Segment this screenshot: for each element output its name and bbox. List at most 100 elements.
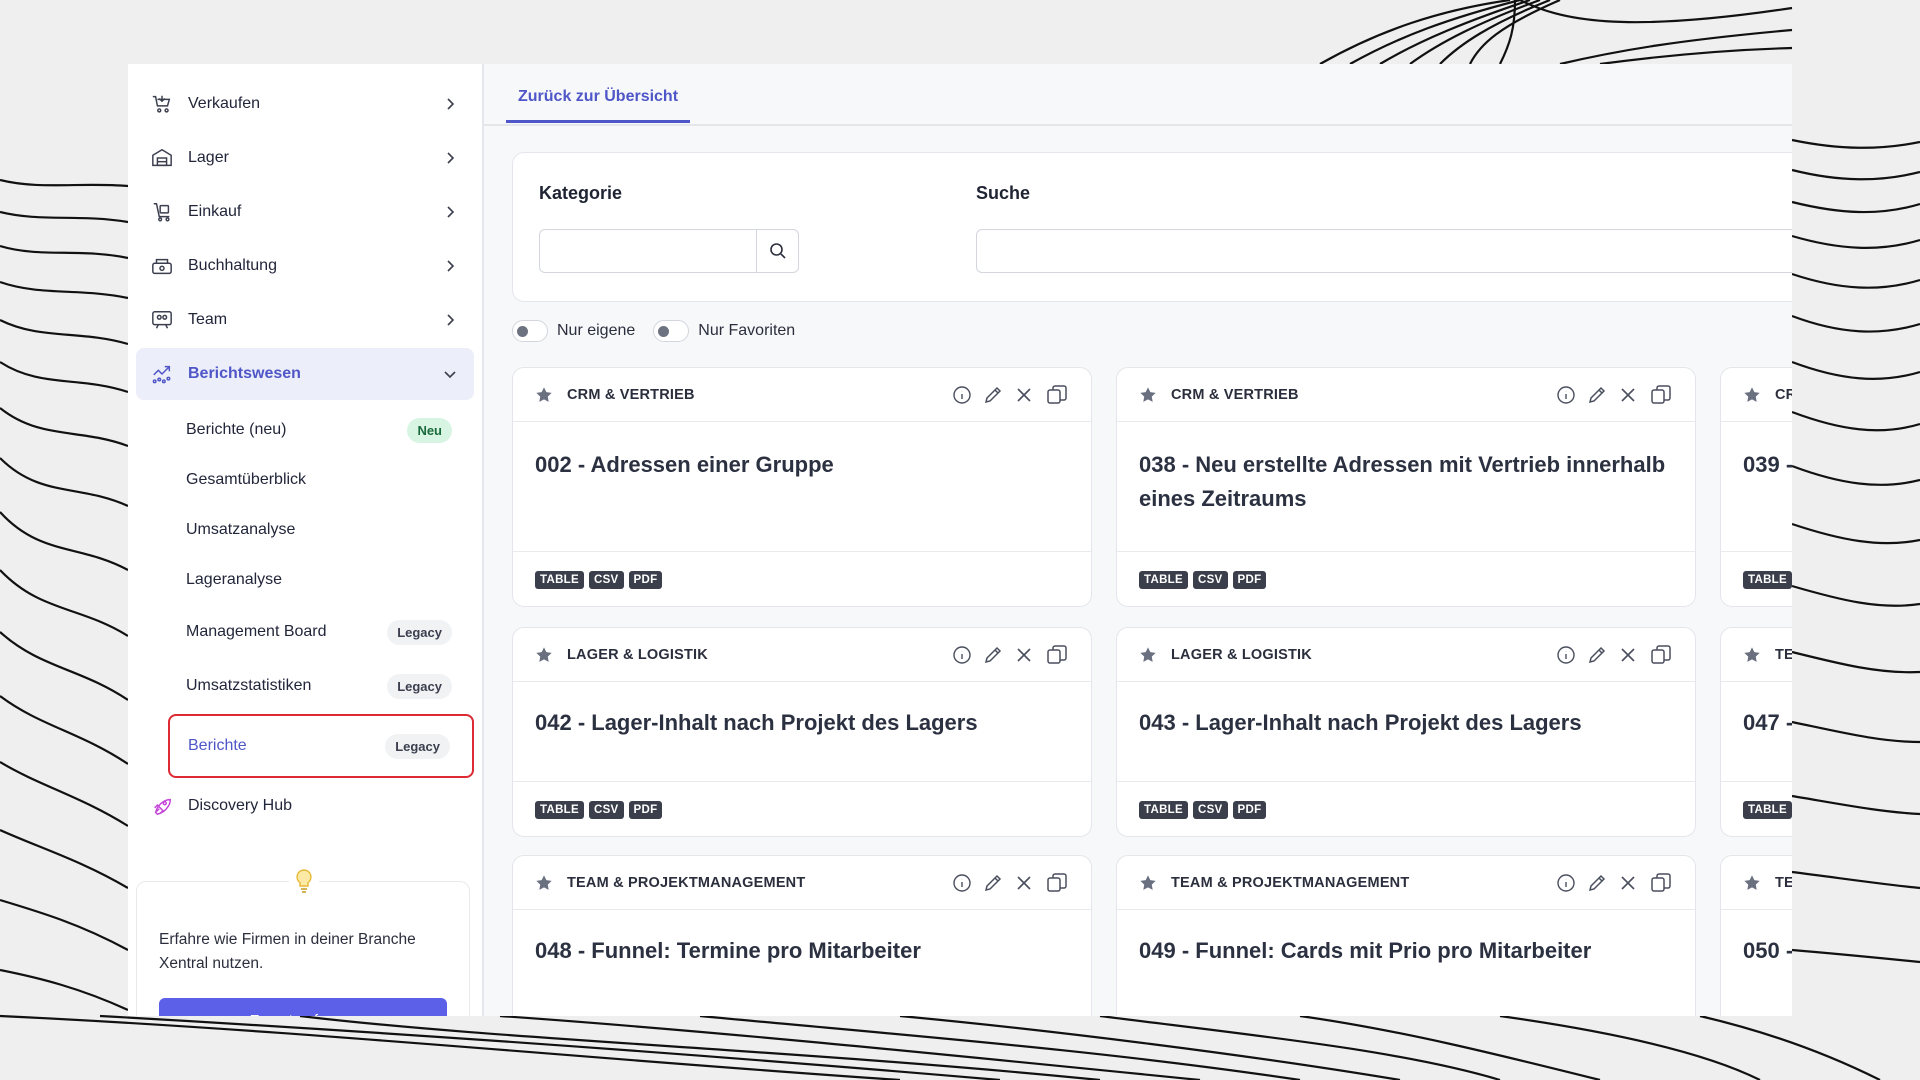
info-icon[interactable] [952,873,972,893]
sidebar-item-berichtswesen[interactable]: Berichtswesen [136,348,474,400]
warehouse-icon [150,146,174,170]
close-icon[interactable] [1014,645,1034,665]
search-input[interactable] [976,229,1792,273]
favorite-star-icon[interactable] [1139,645,1159,665]
sidebar-item-verkaufen[interactable]: Verkaufen [136,78,474,130]
copy-icon[interactable] [1045,872,1069,893]
card-category: LAGER & LOGISTIK [1171,646,1312,663]
copy-icon[interactable] [1649,384,1673,405]
sidebar-item-label: Buchhaltung [188,257,277,274]
card-title[interactable]: 048 - Funnel: Termine pro Mitarbeiter [513,934,1091,1004]
close-icon[interactable] [1014,385,1034,405]
category-search-button[interactable] [756,230,798,272]
format-badge: CSV [588,800,624,819]
report-card[interactable]: TEAM & PROJEKTMANAGEMENT 048 - Funnel: Te… [512,855,1092,1016]
copy-icon[interactable] [1649,872,1673,893]
favorite-star-icon[interactable] [1743,385,1763,405]
sidebar-subitem-umsatzanalyse[interactable]: Umsatzanalyse [168,506,460,554]
sidebar-subitem-gesamtueberblick[interactable]: Gesamtüberblick [168,456,460,504]
card-title[interactable]: 049 - Funnel: Cards mit Prio pro Mitarbe… [1117,934,1695,1004]
sidebar-subitem-lageranalyse[interactable]: Lageranalyse [168,556,460,604]
toggle-switch[interactable] [512,320,548,342]
format-badge: TABLE [535,800,584,819]
card-header: CRM & VERTRIEB [1117,368,1695,422]
copy-icon[interactable] [1045,644,1069,665]
team-icon [150,308,174,332]
sidebar-subitem-umsatzstatistiken[interactable]: Umsatzstatistiken Legacy [168,660,460,712]
card-title[interactable]: 043 - Lager-Inhalt nach Projekt des Lage… [1117,706,1695,776]
sidebar-item-label: Berichtswesen [188,365,301,382]
sidebar-item-discovery-hub[interactable]: Discovery Hub [136,780,474,832]
format-badge: CSV [1192,570,1228,589]
format-badge: TABLE [1139,800,1188,819]
report-card[interactable]: CR 039 - eines TABLE [1720,367,1792,607]
info-icon[interactable] [952,645,972,665]
report-card[interactable]: TE 050 - [1720,855,1792,1016]
sidebar-subitem-berichte-neu[interactable]: Berichte (neu) Neu [168,406,460,454]
card-header: TEAM & PROJEKTMANAGEMENT [513,856,1091,910]
close-icon[interactable] [1618,873,1638,893]
sidebar-subitem-management-board[interactable]: Management Board Legacy [168,606,460,658]
sidebar-item-label: Lager [188,149,229,166]
rocket-icon [150,794,174,818]
sidebar-item-buchhaltung[interactable]: Buchhaltung [136,240,474,292]
format-badge: PDF [628,800,663,819]
close-icon[interactable] [1014,873,1034,893]
card-category: LAGER & LOGISTIK [567,646,708,663]
toggle-only-own[interactable]: Nur eigene [512,320,635,342]
edit-pencil-icon[interactable] [983,645,1003,665]
edit-pencil-icon[interactable] [1587,645,1607,665]
card-formats: TABLE CSV PDF [1117,781,1695,836]
sidebar-subitem-label: Management Board [186,623,327,640]
report-card[interactable]: TE 047 - TABLE [1720,627,1792,837]
card-header: LAGER & LOGISTIK [513,628,1091,682]
card-title[interactable]: 038 - Neu erstellte Adressen mit Vertrie… [1117,448,1695,518]
close-icon[interactable] [1618,385,1638,405]
copy-icon[interactable] [1649,644,1673,665]
new-badge: Neu [407,417,452,443]
copy-icon[interactable] [1045,384,1069,405]
favorite-star-icon[interactable] [1743,645,1763,665]
favorite-star-icon[interactable] [535,385,555,405]
card-title[interactable]: 042 - Lager-Inhalt nach Projekt des Lage… [513,706,1091,776]
chevron-right-icon [440,256,460,276]
favorite-star-icon[interactable] [1139,385,1159,405]
info-icon[interactable] [1556,645,1576,665]
report-card[interactable]: TEAM & PROJEKTMANAGEMENT 049 - Funnel: Ca… [1116,855,1696,1016]
favorite-star-icon[interactable] [535,873,555,893]
info-icon[interactable] [1556,873,1576,893]
edit-pencil-icon[interactable] [983,385,1003,405]
edit-pencil-icon[interactable] [983,873,1003,893]
report-card[interactable]: LAGER & LOGISTIK 043 - Lager-Inhalt nach … [1116,627,1696,837]
card-title[interactable]: 002 - Adressen einer Gruppe [513,448,1091,518]
favorite-star-icon[interactable] [1139,873,1159,893]
favorite-star-icon[interactable] [535,645,555,665]
info-icon[interactable] [952,385,972,405]
sidebar-item-label: Discovery Hub [188,797,293,814]
report-card[interactable]: LAGER & LOGISTIK 042 - Lager-Inhalt nach … [512,627,1092,837]
card-formats: TABLE CSV PDF [513,551,1091,606]
category-input[interactable] [539,229,799,273]
sidebar-item-team[interactable]: Team [136,294,474,346]
ask-experts-button[interactable]: Experten fragen [159,998,447,1016]
sidebar-subitem-berichte-legacy[interactable]: Berichte Legacy [168,714,474,778]
tab-back-to-overview[interactable]: Zurück zur Übersicht [506,88,691,123]
report-card[interactable]: CRM & VERTRIEB 038 - Neu erstellte Adress… [1116,367,1696,607]
edit-pencil-icon[interactable] [1587,385,1607,405]
card-title[interactable]: 039 - eines [1721,448,1792,518]
report-card[interactable]: CRM & VERTRIEB 002 - Adressen einer Grupp… [512,367,1092,607]
sidebar-item-lager[interactable]: Lager [136,132,474,184]
card-title[interactable]: 050 - [1721,934,1792,1004]
toggle-only-favorites[interactable]: Nur Favoriten [653,320,795,342]
card-actions [952,384,1069,405]
card-title[interactable]: 047 - [1721,706,1792,776]
toggle-switch[interactable] [653,320,690,342]
favorite-star-icon[interactable] [1743,873,1763,893]
card-header: CR [1721,368,1792,422]
format-badge: TABLE [1743,800,1792,819]
edit-pencil-icon[interactable] [1587,873,1607,893]
close-icon[interactable] [1618,645,1638,665]
info-icon[interactable] [1556,385,1576,405]
sidebar-item-einkauf[interactable]: Einkauf [136,186,474,238]
card-formats: TABLE CSV PDF [513,781,1091,836]
